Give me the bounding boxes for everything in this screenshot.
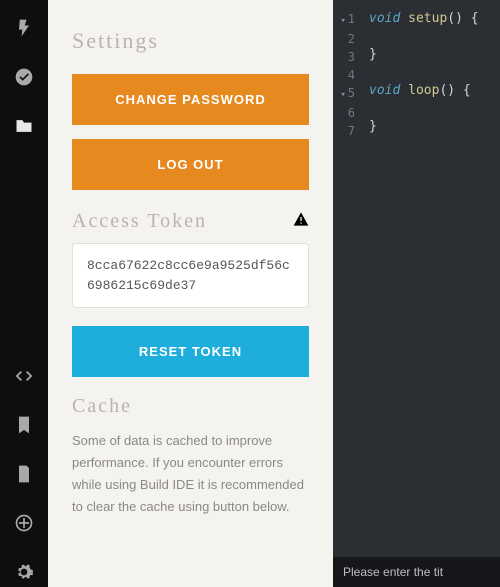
- code-icon[interactable]: [14, 366, 34, 391]
- editor-gutter: ▾1234▾567: [333, 0, 361, 587]
- reset-token-button[interactable]: RESET TOKEN: [72, 326, 309, 377]
- access-token-value[interactable]: 8cca67622c8cc6e9a9525df56c6986215c69de37: [72, 243, 309, 308]
- icon-sidebar: [0, 0, 48, 587]
- status-bar: Please enter the tit: [333, 557, 500, 587]
- change-password-button[interactable]: CHANGE PASSWORD: [72, 74, 309, 125]
- settings-heading: Settings: [72, 28, 309, 54]
- code-editor[interactable]: ▾1234▾567 void setup() { } void loop() {…: [333, 0, 500, 587]
- bookmark-icon[interactable]: [14, 415, 34, 440]
- check-circle-icon[interactable]: [14, 67, 34, 92]
- warning-icon: [293, 211, 309, 232]
- editor-code[interactable]: void setup() { } void loop() { }: [361, 0, 485, 587]
- cache-heading: Cache: [72, 395, 309, 418]
- target-icon[interactable]: [14, 513, 34, 538]
- folder-icon[interactable]: [14, 116, 34, 141]
- settings-panel: Settings CHANGE PASSWORD LOG OUT Access …: [48, 0, 333, 587]
- log-out-button[interactable]: LOG OUT: [72, 139, 309, 190]
- access-token-heading: Access Token: [72, 210, 207, 233]
- document-icon[interactable]: [14, 464, 34, 489]
- gear-icon[interactable]: [14, 562, 34, 587]
- cache-description: Some of data is cached to improve perfor…: [72, 430, 309, 518]
- flash-icon[interactable]: [14, 18, 34, 43]
